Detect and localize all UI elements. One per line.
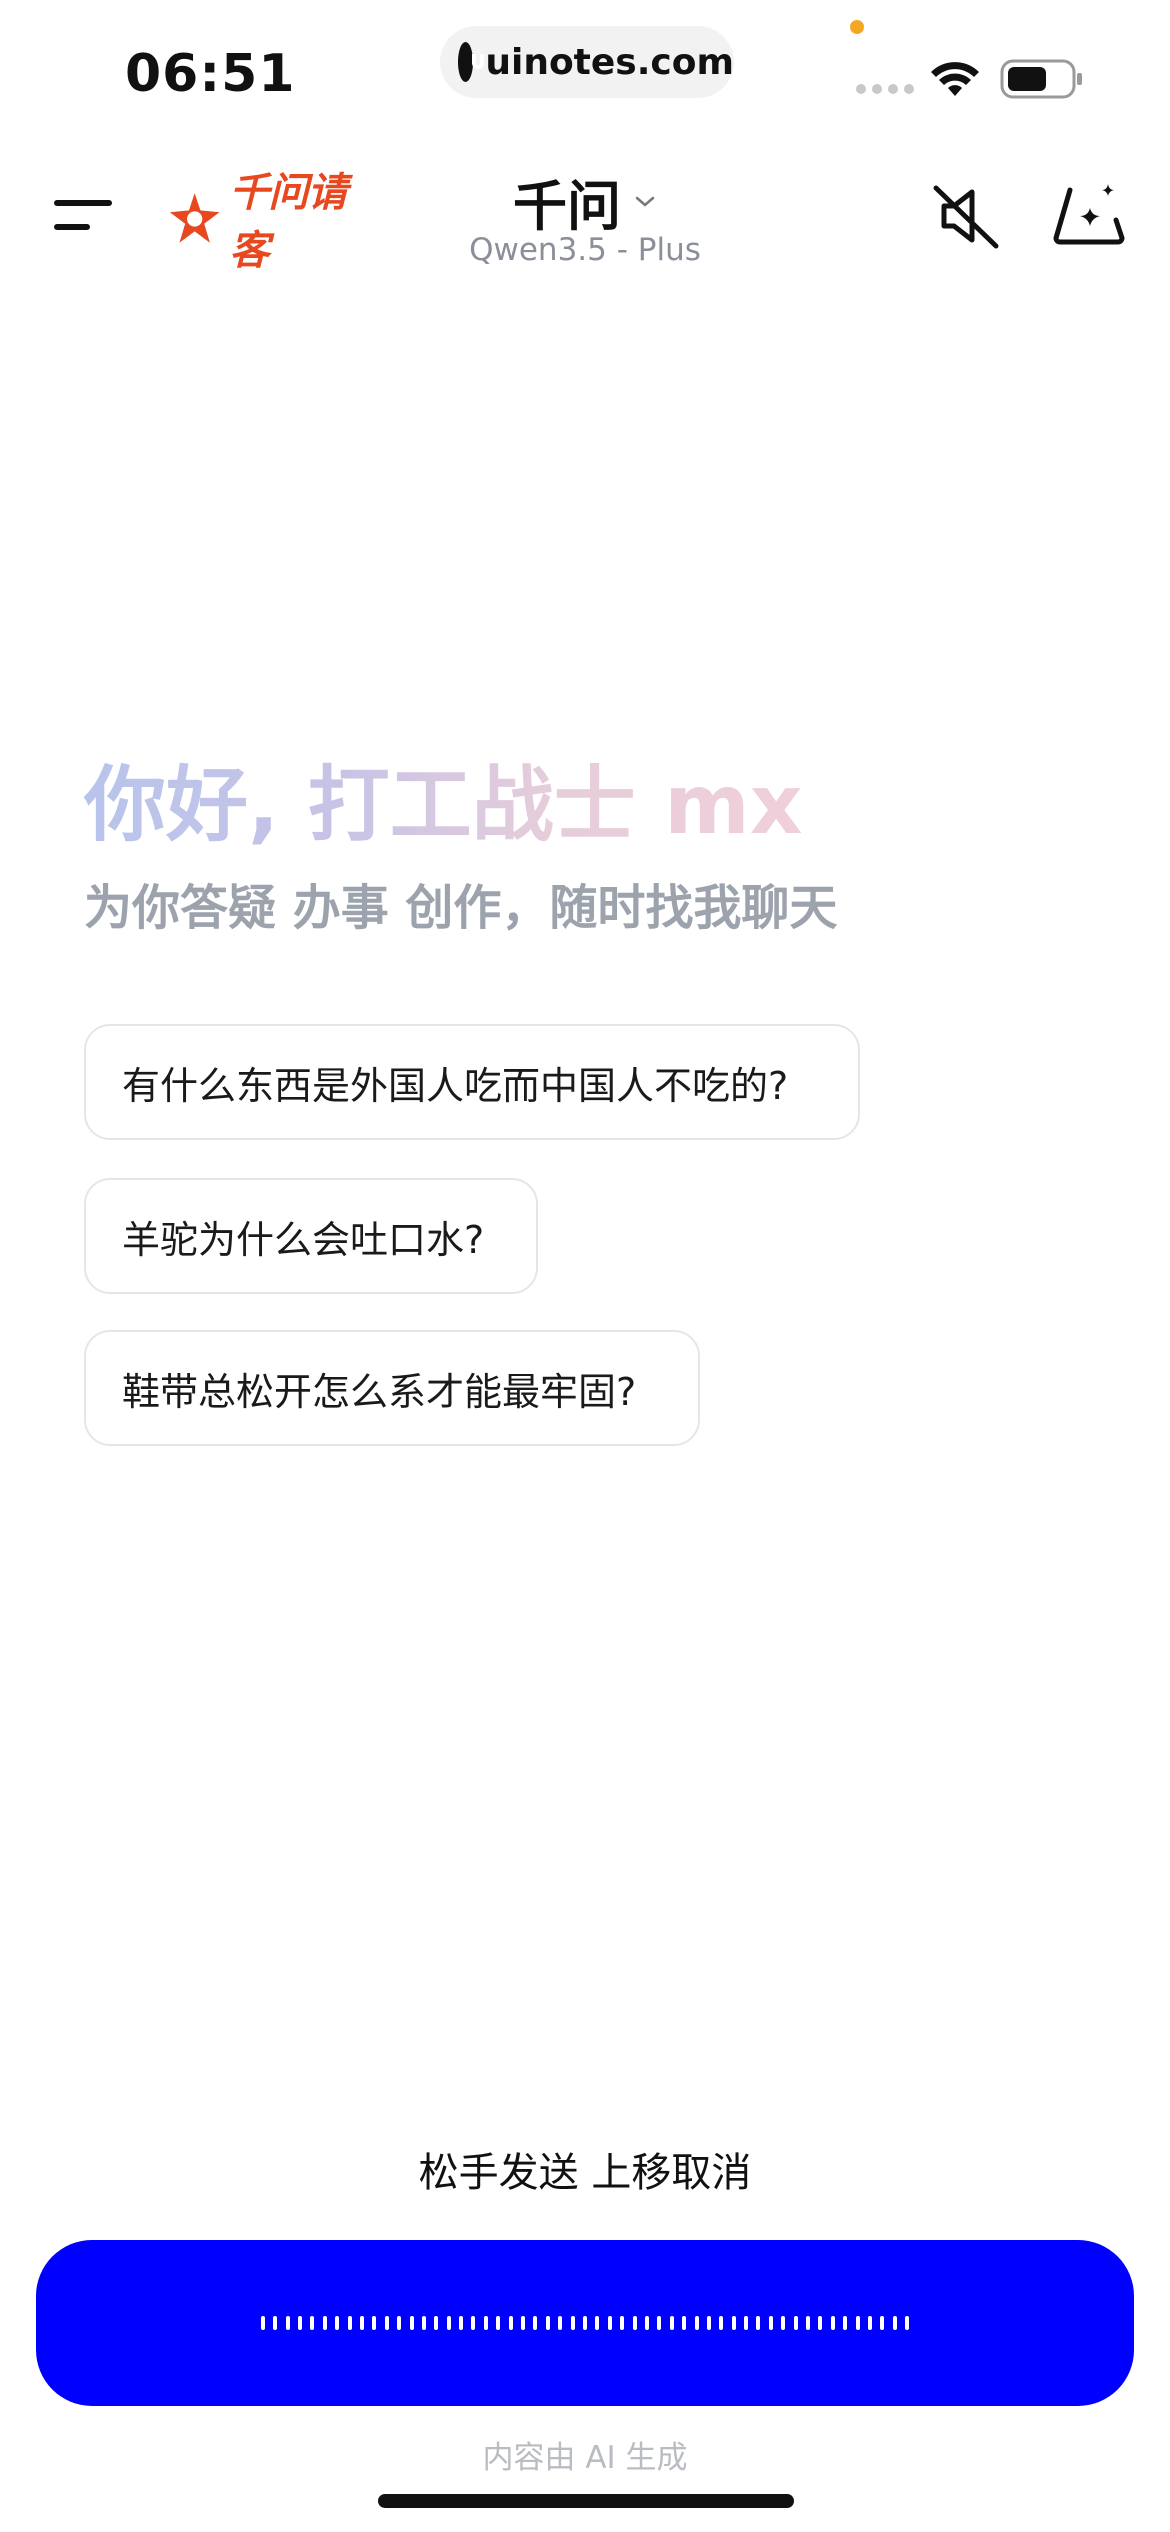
waveform-bar xyxy=(644,2316,649,2330)
model-name: 千问 xyxy=(513,175,621,238)
waveform-bar xyxy=(459,2316,464,2330)
suggestion-chip[interactable]: 有什么东西是外国人吃而中国人不吃的? xyxy=(84,1024,860,1140)
waveform-bar xyxy=(496,2316,501,2330)
status-time: 06:51 xyxy=(125,44,296,104)
waveform-bar xyxy=(669,2316,674,2330)
site-favicon-icon xyxy=(458,42,484,82)
waveform-bar xyxy=(731,2316,736,2330)
waveform-bar xyxy=(359,2316,364,2330)
suggestion-chip[interactable]: 羊驼为什么会吐口水? xyxy=(84,1178,538,1294)
waveform-bar xyxy=(533,2316,538,2330)
privacy-indicator-dot xyxy=(850,20,864,34)
waveform-bar xyxy=(558,2316,563,2330)
chevron-down-icon xyxy=(635,196,655,207)
waveform-bar xyxy=(397,2316,402,2330)
waveform-bar xyxy=(855,2316,860,2330)
waveform-bar xyxy=(719,2316,724,2330)
waveform-bar xyxy=(521,2316,526,2330)
waveform-bar xyxy=(756,2316,761,2330)
waveform-bar xyxy=(781,2316,786,2330)
waveform-bar xyxy=(905,2316,910,2330)
waveform-bar xyxy=(694,2316,699,2330)
waveform-bar xyxy=(310,2316,315,2330)
waveform-bar xyxy=(285,2316,290,2330)
waveform-bar xyxy=(322,2316,327,2330)
waveform-bar xyxy=(607,2316,612,2330)
greeting-subtitle: 为你答疑 办事 创作，随时找我聊天 xyxy=(84,880,838,936)
release-to-send-hint: 松手发送 上移取消 xyxy=(418,2150,752,2196)
battery-icon xyxy=(1000,59,1082,99)
waveform-bar xyxy=(570,2316,575,2330)
wifi-icon xyxy=(931,62,979,96)
waveform-bar xyxy=(880,2316,885,2330)
waveform-bar xyxy=(508,2316,513,2330)
suggestion-chip[interactable]: 鞋带总松开怎么系才能最牢固? xyxy=(84,1330,700,1446)
waveform-bar xyxy=(843,2316,848,2330)
waveform-bar xyxy=(347,2316,352,2330)
waveform xyxy=(260,2316,910,2330)
waveform-bar xyxy=(632,2316,637,2330)
signal-dots-icon xyxy=(856,84,914,94)
waveform-bar xyxy=(421,2316,426,2330)
new-chat-sparkle-icon[interactable] xyxy=(1050,176,1128,254)
waveform-bar xyxy=(595,2316,600,2330)
waveform-bar xyxy=(806,2316,811,2330)
waveform-bar xyxy=(830,2316,835,2330)
waveform-bar xyxy=(409,2316,414,2330)
waveform-bar xyxy=(335,2316,340,2330)
waveform-bar xyxy=(260,2316,265,2330)
waveform-bar xyxy=(545,2316,550,2330)
waveform-bar xyxy=(434,2316,439,2330)
waveform-bar xyxy=(793,2316,798,2330)
waveform-bar xyxy=(768,2316,773,2330)
url-text: uinotes.com xyxy=(485,41,734,83)
waveform-bar xyxy=(384,2316,389,2330)
waveform-bar xyxy=(273,2316,278,2330)
waveform-bar xyxy=(706,2316,711,2330)
home-indicator[interactable] xyxy=(378,2494,794,2508)
waveform-bar xyxy=(583,2316,587,2330)
voice-record-button[interactable] xyxy=(36,2240,1134,2406)
greeting-title: 你好, 打工战士 mx xyxy=(84,738,803,857)
waveform-bar xyxy=(298,2316,303,2330)
waveform-bar xyxy=(446,2316,451,2330)
waveform-bar xyxy=(372,2316,377,2330)
waveform-bar xyxy=(657,2316,662,2330)
speaker-mute-icon[interactable] xyxy=(930,180,1002,252)
waveform-bar xyxy=(744,2316,749,2330)
url-pill[interactable]: uinotes.com xyxy=(440,26,734,98)
waveform-bar xyxy=(892,2316,897,2330)
ai-generated-note: 内容由 AI 生成 xyxy=(482,2440,688,2476)
waveform-bar xyxy=(682,2316,687,2330)
waveform-bar xyxy=(818,2316,823,2330)
waveform-bar xyxy=(471,2316,476,2330)
waveform-bar xyxy=(620,2316,625,2330)
waveform-bar xyxy=(867,2316,872,2330)
waveform-bar xyxy=(483,2316,488,2330)
